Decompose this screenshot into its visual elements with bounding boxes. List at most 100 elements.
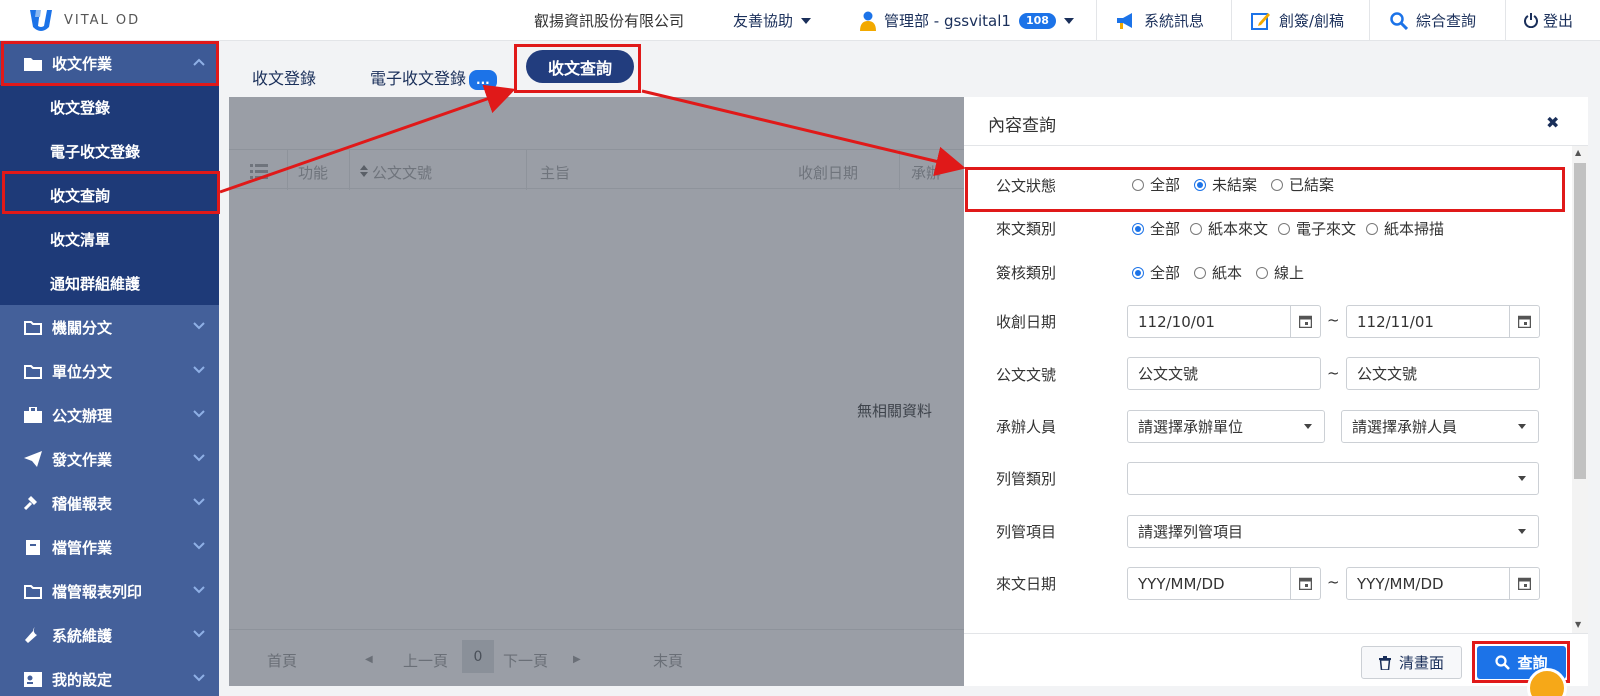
- assist-menu[interactable]: 友善協助: [733, 0, 812, 41]
- chevron-right-icon[interactable]: ▶: [573, 654, 581, 665]
- sidebar-section-unit-dispatch[interactable]: 單位分文: [0, 349, 219, 393]
- archive-icon: [26, 540, 40, 555]
- sidebar-section-agency-dispatch[interactable]: 機關分文: [0, 305, 219, 349]
- panel-title: 內容查詢: [988, 116, 1056, 136]
- close-icon[interactable]: ✖: [1546, 113, 1559, 132]
- assist-label: 友善協助: [733, 12, 794, 30]
- results-grid: 功能 公文文號 主旨 收創日期 承辦 無相關資料 首頁 ◀ 上一頁 0 下一頁 …: [229, 97, 964, 686]
- chevron-down-icon: [193, 674, 205, 682]
- scroll-up-icon[interactable]: ▲: [1575, 148, 1581, 157]
- column-header-doc-no[interactable]: 公文文號: [372, 162, 432, 183]
- doc-no-to-field[interactable]: 公文文號: [1346, 357, 1540, 390]
- divider: [1096, 0, 1097, 41]
- field-value: YYY/MM/DD: [1357, 574, 1444, 593]
- review-radio-online[interactable]: 線上: [1256, 262, 1304, 283]
- divider: [287, 150, 288, 190]
- prev-page-button[interactable]: 上一頁: [403, 650, 448, 671]
- sidebar-section-reminder-report[interactable]: 稽催報表: [0, 481, 219, 525]
- sidebar-item-receive-register[interactable]: 收文登錄: [0, 85, 219, 129]
- sidebar-section-archive-report[interactable]: 檔管報表列印: [0, 569, 219, 613]
- tab-receive-register[interactable]: 收文登錄: [252, 65, 316, 89]
- logout-button[interactable]: 登出: [1524, 0, 1573, 41]
- receive-date-from-field[interactable]: 112/10/01: [1127, 305, 1321, 338]
- chevron-left-icon[interactable]: ◀: [365, 654, 373, 665]
- messages-label: 系統訊息: [1144, 12, 1205, 30]
- source-radio-paper[interactable]: 紙本來文: [1190, 218, 1268, 239]
- sidebar-section-archive-ops[interactable]: 檔管作業: [0, 525, 219, 569]
- tab-label: 電子收文登錄: [370, 69, 467, 88]
- power-icon: [1524, 13, 1538, 28]
- sidebar-section-dispatch-ops[interactable]: 發文作業: [0, 437, 219, 481]
- highlight-box: [2, 171, 220, 214]
- clear-label: 清畫面: [1398, 654, 1444, 672]
- user-menu[interactable]: 管理部 - gssvital1 108: [860, 0, 1074, 41]
- calendar-icon[interactable]: [1290, 568, 1320, 599]
- draft-button[interactable]: 創簽/創稿: [1251, 0, 1344, 41]
- chevron-down-icon: [193, 498, 205, 506]
- megaphone-icon: [1117, 12, 1132, 29]
- logo[interactable]: VITAL OD: [28, 7, 140, 33]
- sidebar-item-label: 通知群組維護: [50, 274, 141, 293]
- divider: [1505, 0, 1506, 41]
- divider: [964, 145, 1588, 146]
- clear-button[interactable]: 清畫面: [1361, 646, 1462, 679]
- sort-icon[interactable]: [360, 165, 368, 177]
- wrench-icon: [25, 627, 37, 643]
- handler-person-select[interactable]: 請選擇承辦人員: [1341, 410, 1539, 443]
- more-badge[interactable]: ...: [469, 69, 497, 90]
- sidebar-section-system-maintenance[interactable]: 系統維護: [0, 613, 219, 657]
- folder-open-icon: [24, 364, 42, 379]
- messages-button[interactable]: 系統訊息: [1116, 0, 1204, 41]
- sidebar-item-e-receive-register[interactable]: 電子收文登錄: [0, 129, 219, 173]
- next-page-button[interactable]: 下一頁: [503, 650, 548, 671]
- track-item-select[interactable]: 請選擇列管項目: [1127, 515, 1539, 548]
- radio-label: 電子來文: [1296, 220, 1357, 238]
- field-value: YYY/MM/DD: [1138, 574, 1225, 593]
- logout-label: 登出: [1543, 12, 1574, 30]
- calendar-icon[interactable]: [1509, 306, 1539, 337]
- sidebar-item-notify-group[interactable]: 通知群組維護: [0, 261, 219, 305]
- radio-label: 全部: [1150, 264, 1181, 282]
- review-radio-paper[interactable]: 紙本: [1194, 262, 1242, 283]
- doc-date-from-field[interactable]: YYY/MM/DD: [1127, 567, 1321, 600]
- calendar-icon[interactable]: [1509, 568, 1539, 599]
- radio-label: 線上: [1274, 264, 1305, 282]
- doc-date-label: 來文日期: [996, 575, 1057, 593]
- section-label: 稽催報表: [52, 494, 113, 513]
- scrollbar-thumb[interactable]: [1574, 163, 1586, 479]
- sidebar-item-receive-list[interactable]: 收文清單: [0, 217, 219, 261]
- field-value: 公文文號: [1138, 365, 1199, 383]
- handler-unit-select[interactable]: 請選擇承辦單位: [1127, 410, 1325, 443]
- review-radio-all[interactable]: 全部: [1132, 262, 1180, 283]
- chevron-down-icon: [193, 322, 205, 330]
- field-value: 請選擇列管項目: [1138, 523, 1244, 541]
- chevron-down-icon: [193, 454, 205, 462]
- scroll-down-icon[interactable]: ▼: [1575, 620, 1581, 629]
- field-value: 請選擇承辦單位: [1138, 418, 1244, 436]
- highlight-box: [965, 167, 1565, 212]
- sidebar-section-doc-handling[interactable]: 公文辦理: [0, 393, 219, 437]
- chevron-down-icon: [1518, 476, 1526, 481]
- track-item-label: 列管項目: [996, 523, 1057, 541]
- global-search-button[interactable]: 綜合查詢: [1390, 0, 1476, 41]
- doc-no-from-field[interactable]: 公文文號: [1127, 357, 1321, 390]
- sidebar-item-label: 收文清單: [50, 230, 111, 249]
- track-type-select[interactable]: [1127, 462, 1539, 495]
- column-header-function: 功能: [298, 164, 329, 182]
- tab-e-receive-register[interactable]: 電子收文登錄...: [370, 65, 497, 90]
- list-icon[interactable]: [250, 163, 268, 179]
- receive-date-to-field[interactable]: 112/11/01: [1346, 305, 1540, 338]
- first-page-button[interactable]: 首頁: [267, 650, 297, 671]
- doc-no-label: 公文文號: [996, 366, 1057, 384]
- source-radio-all[interactable]: 全部: [1132, 218, 1180, 239]
- sidebar-section-my-settings[interactable]: 我的設定: [0, 657, 219, 696]
- last-page-button[interactable]: 末頁: [653, 650, 683, 671]
- source-radio-scan[interactable]: 紙本掃描: [1366, 218, 1444, 239]
- section-label: 檔管報表列印: [52, 582, 143, 601]
- edit-icon: [1251, 12, 1270, 30]
- source-radio-electronic[interactable]: 電子來文: [1278, 218, 1356, 239]
- calendar-icon[interactable]: [1290, 306, 1320, 337]
- divider: [899, 150, 900, 190]
- doc-date-to-field[interactable]: YYY/MM/DD: [1346, 567, 1540, 600]
- chevron-down-icon: [193, 366, 205, 374]
